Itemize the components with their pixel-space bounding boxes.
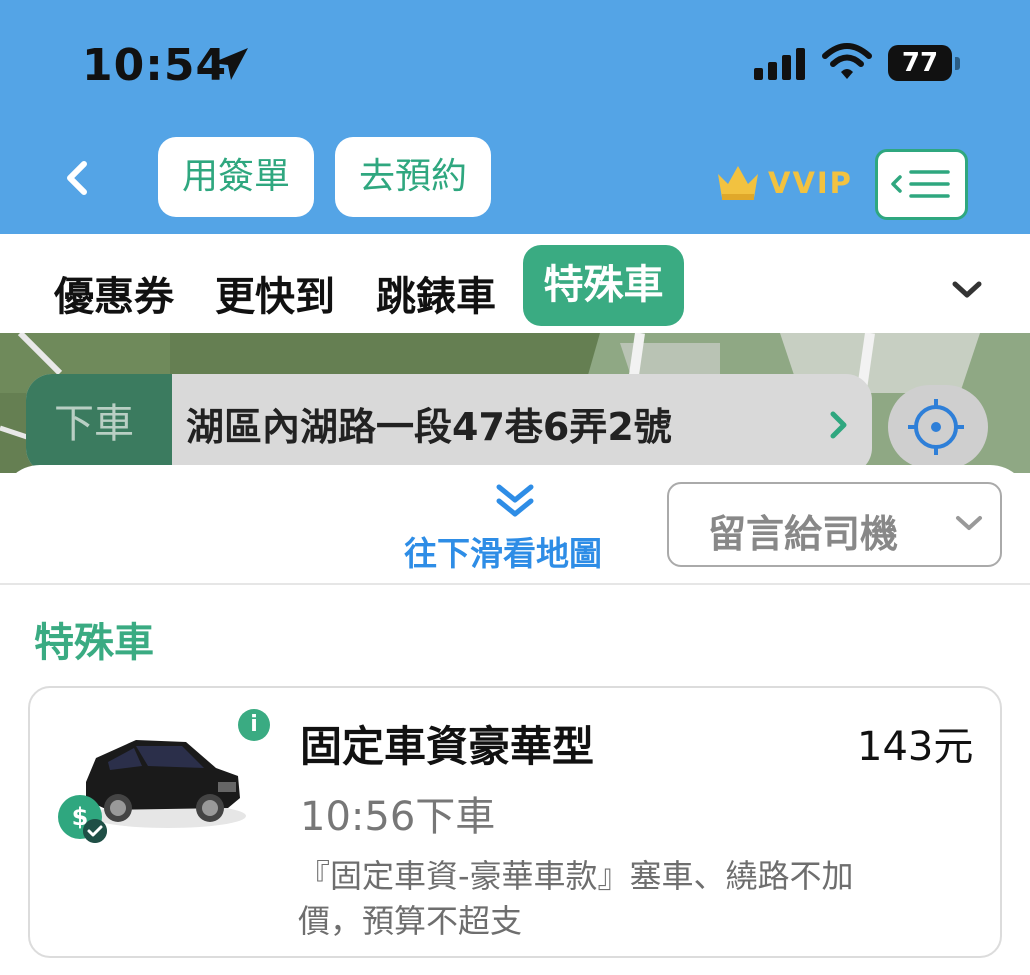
menu-button[interactable] xyxy=(875,149,968,220)
crown-icon xyxy=(718,166,758,200)
dropoff-label: 下車 xyxy=(26,374,172,474)
status-time: 10:54 xyxy=(82,40,228,91)
top-header: 10:54 77 用簽單 去預約 VVIP xyxy=(0,0,1030,234)
message-driver-label: 留言給司機 xyxy=(708,512,899,556)
battery-indicator: 77 xyxy=(888,45,952,81)
use-voucher-button[interactable]: 用簽單 xyxy=(158,137,314,217)
info-icon[interactable]: i xyxy=(238,709,270,741)
car-image xyxy=(86,740,246,828)
back-button[interactable] xyxy=(58,158,98,198)
scroll-to-map-hint[interactable]: 往下滑看地圖 xyxy=(404,527,602,575)
crosshair-icon xyxy=(908,399,964,455)
category-tabs: 優惠券 更快到 跳錶車 特殊車 xyxy=(0,234,1030,333)
vvip-label: VVIP xyxy=(768,166,853,200)
battery-tip xyxy=(955,57,960,70)
section-title: 特殊車 xyxy=(34,620,154,666)
double-chevron-down-icon[interactable] xyxy=(495,483,535,521)
car-option-eta: 10:56下車 xyxy=(300,794,496,840)
tab-metered[interactable]: 跳錶車 xyxy=(376,264,496,322)
chevron-down-icon[interactable] xyxy=(951,279,983,301)
tab-faster[interactable]: 更快到 xyxy=(215,264,335,322)
reserve-button[interactable]: 去預約 xyxy=(335,137,491,217)
locate-button[interactable] xyxy=(888,385,988,469)
dropoff-address: 湖區內湖路一段47巷6弄2號 xyxy=(186,405,672,449)
vvip-badge[interactable]: VVIP xyxy=(716,164,853,202)
cellular-signal-icon xyxy=(754,48,805,80)
car-option-description: 『固定車資-豪華車款』塞車、繞路不加價，預算不超支 xyxy=(298,857,854,940)
divider xyxy=(0,583,1030,585)
destination-bar[interactable]: 下車 湖區內湖路一段47巷6弄2號 xyxy=(26,374,872,474)
wifi-icon xyxy=(822,43,872,79)
tab-special-car[interactable]: 特殊車 xyxy=(523,245,684,326)
chevron-down-icon xyxy=(956,516,982,530)
tab-coupon[interactable]: 優惠券 xyxy=(54,264,174,322)
location-arrow-icon xyxy=(212,48,248,80)
car-option-price: 143元 xyxy=(857,724,974,770)
check-icon xyxy=(83,819,107,843)
car-option-name: 固定車資豪華型 xyxy=(300,722,595,771)
menu-icon xyxy=(891,170,950,198)
chevron-right-icon[interactable] xyxy=(828,410,850,440)
